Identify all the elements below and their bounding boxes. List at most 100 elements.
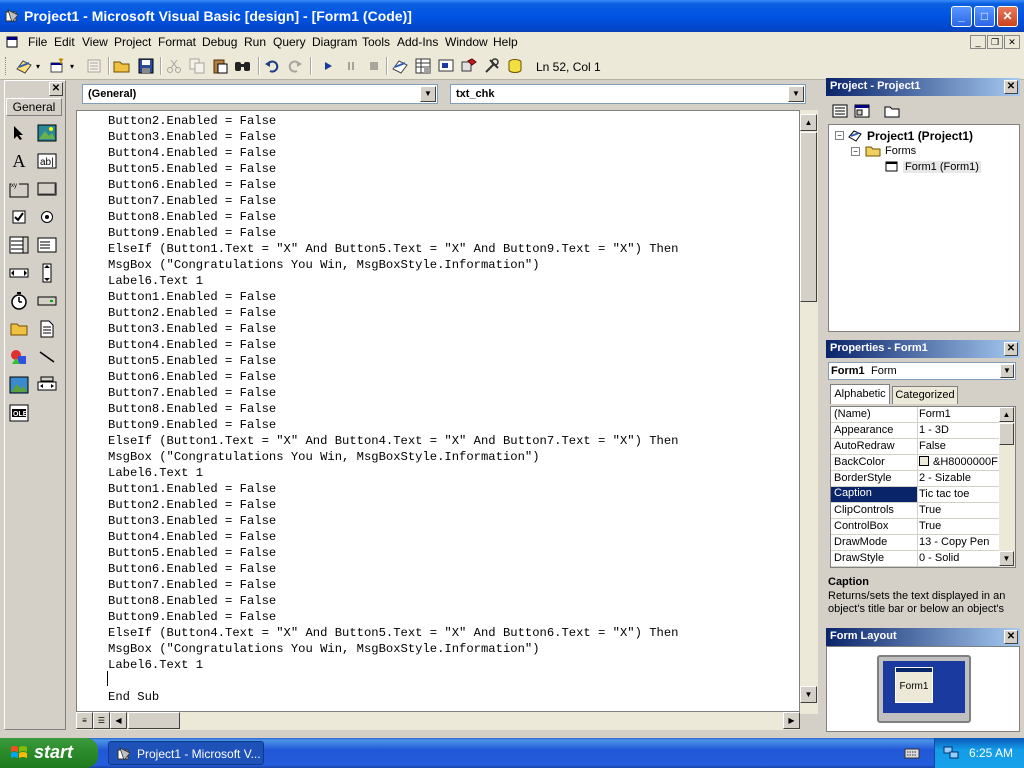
properties-panel-close-icon[interactable]: ✕ [1004,342,1018,356]
vb-app-icon[interactable] [5,9,19,23]
code-editor[interactable]: Button2.Enabled = False Button3.Enabled =… [76,110,800,712]
shape-icon[interactable] [8,346,30,368]
label-icon[interactable]: A [8,150,30,172]
properties-panel-title-bar[interactable]: Properties - Form1 [826,340,1020,358]
menu-add-ins[interactable]: Add-Ins [397,35,438,49]
toolbox-tab-general[interactable]: General [6,98,62,116]
property-value[interactable]: Tic tac toe [919,488,1001,500]
drivelistbox-icon[interactable] [36,290,58,312]
property-row[interactable]: AutoRedraw False [831,439,1001,455]
property-row[interactable]: DrawMode 13 - Copy Pen [831,535,1001,551]
scroll-thumb[interactable] [999,423,1014,445]
dirlistbox-icon[interactable] [8,318,30,340]
toolbox-close-icon[interactable]: ✕ [49,82,63,96]
h-scroll-thumb[interactable] [128,712,180,729]
tab-alphabetic[interactable]: Alphabetic [830,384,890,404]
properties-scrollbar[interactable]: ▲ ▼ [999,407,1015,567]
project-explorer-icon[interactable] [390,56,410,76]
break-icon[interactable] [341,56,361,76]
mdi-close-button[interactable]: ✕ [1004,35,1020,49]
optionbutton-icon[interactable] [36,206,58,228]
clock[interactable]: 6:25 AM [969,746,1013,760]
chevron-down-icon[interactable]: ▼ [420,86,436,102]
menu-window[interactable]: Window [445,35,488,49]
menu-diagram[interactable]: Diagram [312,35,357,49]
property-value[interactable]: False [919,440,1001,452]
menu-tools[interactable]: Tools [362,35,390,49]
redo-icon[interactable] [285,56,305,76]
code-vertical-scrollbar[interactable]: ▲ ▼ [800,110,818,714]
object-combo[interactable]: (General) ▼ [82,84,438,104]
scroll-left-icon[interactable]: ◀ [110,712,127,729]
listbox-icon[interactable] [36,234,58,256]
properties-object-combo[interactable]: Form1 Form ▼ [828,362,1016,380]
undo-icon[interactable] [262,56,282,76]
property-value[interactable]: Form1 [919,408,1001,420]
property-value[interactable]: 13 - Copy Pen [919,536,1001,548]
scroll-up-icon[interactable]: ▲ [800,114,817,131]
find-icon[interactable] [233,56,253,76]
menu-file[interactable]: File [28,35,47,49]
menu-view[interactable]: View [82,35,108,49]
tree-collapse-icon[interactable]: − [851,147,860,156]
hscrollbar-icon[interactable] [8,262,30,284]
vscrollbar-icon[interactable] [36,262,58,284]
view-object-icon[interactable] [852,101,872,121]
properties-window-icon[interactable] [413,56,433,76]
form-layout-icon[interactable] [436,56,456,76]
property-value[interactable]: True [919,504,1001,516]
project-panel-close-icon[interactable]: ✕ [1004,80,1018,94]
scroll-down-icon[interactable]: ▼ [999,551,1014,566]
property-value[interactable]: True [919,520,1001,532]
property-value[interactable]: 0 - Solid [919,552,1001,564]
form-layout-form1[interactable]: Form1 [895,667,933,703]
property-row[interactable]: BackColor &H8000000F [831,455,1001,471]
form-layout-title-bar[interactable]: Form Layout [826,628,1020,646]
combobox-icon[interactable] [8,234,30,256]
data-view-icon[interactable] [505,56,525,76]
pointer-icon[interactable] [8,122,30,144]
filelistbox-icon[interactable] [36,318,58,340]
form-layout-close-icon[interactable]: ✕ [1004,630,1018,644]
timer-icon[interactable] [8,290,30,312]
save-icon[interactable] [136,56,156,76]
end-icon[interactable] [364,56,384,76]
toolbox-icon[interactable] [482,56,502,76]
toggle-folders-icon[interactable] [882,101,902,121]
checkbox-icon[interactable] [8,206,30,228]
menu-editor-icon[interactable] [84,56,104,76]
paste-icon[interactable] [210,56,230,76]
line-icon[interactable] [36,346,58,368]
property-row[interactable]: (Name) Form1 [831,407,1001,423]
data-icon[interactable] [36,374,58,396]
property-row[interactable]: DrawStyle 0 - Solid [831,551,1001,567]
taskbar-item-vb[interactable]: Project1 - Microsoft V... [108,741,264,765]
menu-project[interactable]: Project [114,35,151,49]
picturebox-icon[interactable] [36,122,58,144]
project-panel-title-bar[interactable]: Project - Project1 [826,78,1020,96]
tree-forms-folder[interactable]: Forms [885,145,916,157]
procedure-combo[interactable]: txt_chk ▼ [450,84,806,104]
menu-edit[interactable]: Edit [54,35,75,49]
menu-help[interactable]: Help [493,35,518,49]
toolbar-grip[interactable] [5,57,8,75]
tree-form1-node[interactable]: Form1 (Form1) [903,161,981,173]
menu-query[interactable]: Query [273,35,306,49]
view-code-icon[interactable] [830,101,850,121]
cut-icon[interactable] [164,56,184,76]
chevron-down-icon[interactable]: ▾ [36,62,40,71]
menu-format[interactable]: Format [158,35,196,49]
tree-project-node[interactable]: Project1 (Project1) [867,129,973,143]
window-title-bar[interactable]: Project1 - Microsoft Visual Basic [desig… [0,0,1024,32]
full-module-view-icon[interactable]: ☰ [93,712,110,729]
start-icon[interactable] [318,56,338,76]
textbox-icon[interactable]: ab| [36,150,58,172]
mdi-minimize-button[interactable]: _ [970,35,986,49]
start-button[interactable]: start [0,738,98,768]
minimize-button[interactable]: _ [951,6,972,27]
property-value[interactable]: 1 - 3D [919,424,1001,436]
close-button[interactable]: ✕ [997,6,1018,27]
property-value[interactable]: &H8000000F [919,456,1001,468]
property-value[interactable]: 2 - Sizable [919,472,1001,484]
add-form-icon[interactable] [48,56,68,76]
